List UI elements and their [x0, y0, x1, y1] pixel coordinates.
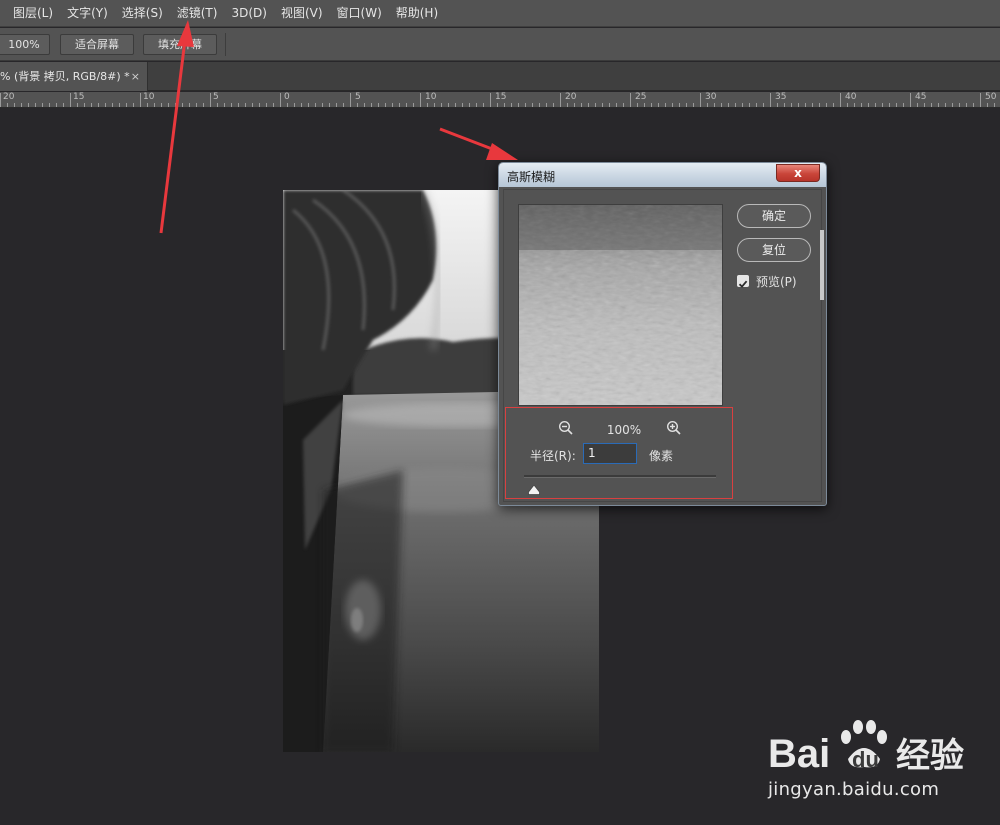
menu-3d[interactable]: 3D(D) — [224, 0, 273, 27]
ruler-label: 40 — [845, 92, 857, 102]
svg-text:经验: 经验 — [896, 736, 964, 776]
dialog-title: 高斯模糊 — [507, 170, 556, 184]
zoom-100-button[interactable]: 100% — [0, 34, 50, 55]
ruler-label: 20 — [565, 92, 577, 102]
tab-close-icon[interactable]: × — [131, 62, 140, 91]
preview-checkbox[interactable] — [737, 275, 749, 288]
menu-select[interactable]: 选择(S) — [115, 0, 170, 27]
dialog-body: 100% 半径(R): 1 像素 确定 复位 预览(P) — [503, 189, 824, 502]
highlight-box — [505, 407, 733, 499]
ruler-label: 45 — [915, 92, 927, 102]
menu-window[interactable]: 窗口(W) — [330, 0, 389, 27]
ruler-label: 15 — [495, 92, 507, 102]
watermark-site: jingyan.baidu.com — [768, 779, 940, 800]
preview-checkbox-label: 预览(P) — [756, 275, 797, 289]
menu-view[interactable]: 视图(V) — [274, 0, 330, 27]
ruler-label: 10 — [425, 92, 437, 102]
baidu-jingyan-watermark: Bai du 经验 jingyan.baidu.com — [768, 715, 998, 825]
ruler-label: 30 — [705, 92, 717, 102]
reset-button[interactable]: 复位 — [737, 238, 811, 262]
fit-screen-button[interactable]: 适合屏幕 — [60, 34, 134, 55]
checkmark-icon — [738, 280, 748, 288]
dialog-scrollbar[interactable] — [820, 230, 824, 300]
dialog-close-button[interactable]: x — [776, 164, 820, 182]
ok-button[interactable]: 确定 — [737, 204, 811, 228]
svg-text:du: du — [852, 747, 879, 772]
preview-texture — [519, 205, 722, 405]
document-tab[interactable]: % (背景 拷贝, RGB/8#) * × — [0, 62, 148, 91]
gaussian-blur-dialog: 高斯模糊 x 100% 半径(R): 1 像素 确定 复位 预览(P) — [498, 162, 827, 506]
document-tab-title: % (背景 拷贝, RGB/8#) * — [0, 70, 130, 83]
menu-filter[interactable]: 滤镜(T) — [170, 0, 225, 27]
svg-text:Bai: Bai — [768, 732, 830, 776]
baidu-logo: Bai du 经验 — [768, 720, 964, 776]
fill-screen-button[interactable]: 填充屏幕 — [143, 34, 217, 55]
menu-bar: 图层(L) 文字(Y) 选择(S) 滤镜(T) 3D(D) 视图(V) 窗口(W… — [0, 0, 1000, 27]
ruler-label: 50 — [985, 92, 997, 102]
photoshop-window: 图层(L) 文字(Y) 选择(S) 滤镜(T) 3D(D) 视图(V) 窗口(W… — [0, 0, 1000, 825]
ruler-label: 15 — [73, 92, 85, 102]
ruler-label: 10 — [143, 92, 155, 102]
blur-preview[interactable] — [518, 204, 723, 406]
menu-help[interactable]: 帮助(H) — [389, 0, 445, 27]
options-bar: 100% 适合屏幕 填充屏幕 — [0, 28, 1000, 61]
arrow-to-dialog — [439, 127, 518, 160]
dialog-titlebar[interactable]: 高斯模糊 x — [499, 163, 826, 187]
document-tab-bar: % (背景 拷贝, RGB/8#) * × — [0, 62, 1000, 91]
ruler-label: 20 — [3, 92, 15, 102]
options-divider — [225, 33, 226, 56]
ruler-label: 25 — [635, 92, 647, 102]
horizontal-ruler: 20 15 10 5 0 5 10 15 20 25 30 35 40 45 5… — [0, 92, 1000, 108]
ruler-label: 5 — [213, 92, 219, 102]
ruler-label: 35 — [775, 92, 787, 102]
ruler-label: 0 — [284, 92, 290, 102]
ruler-label: 5 — [355, 92, 361, 102]
menu-type[interactable]: 文字(Y) — [60, 0, 115, 27]
menu-layer[interactable]: 图层(L) — [6, 0, 60, 27]
